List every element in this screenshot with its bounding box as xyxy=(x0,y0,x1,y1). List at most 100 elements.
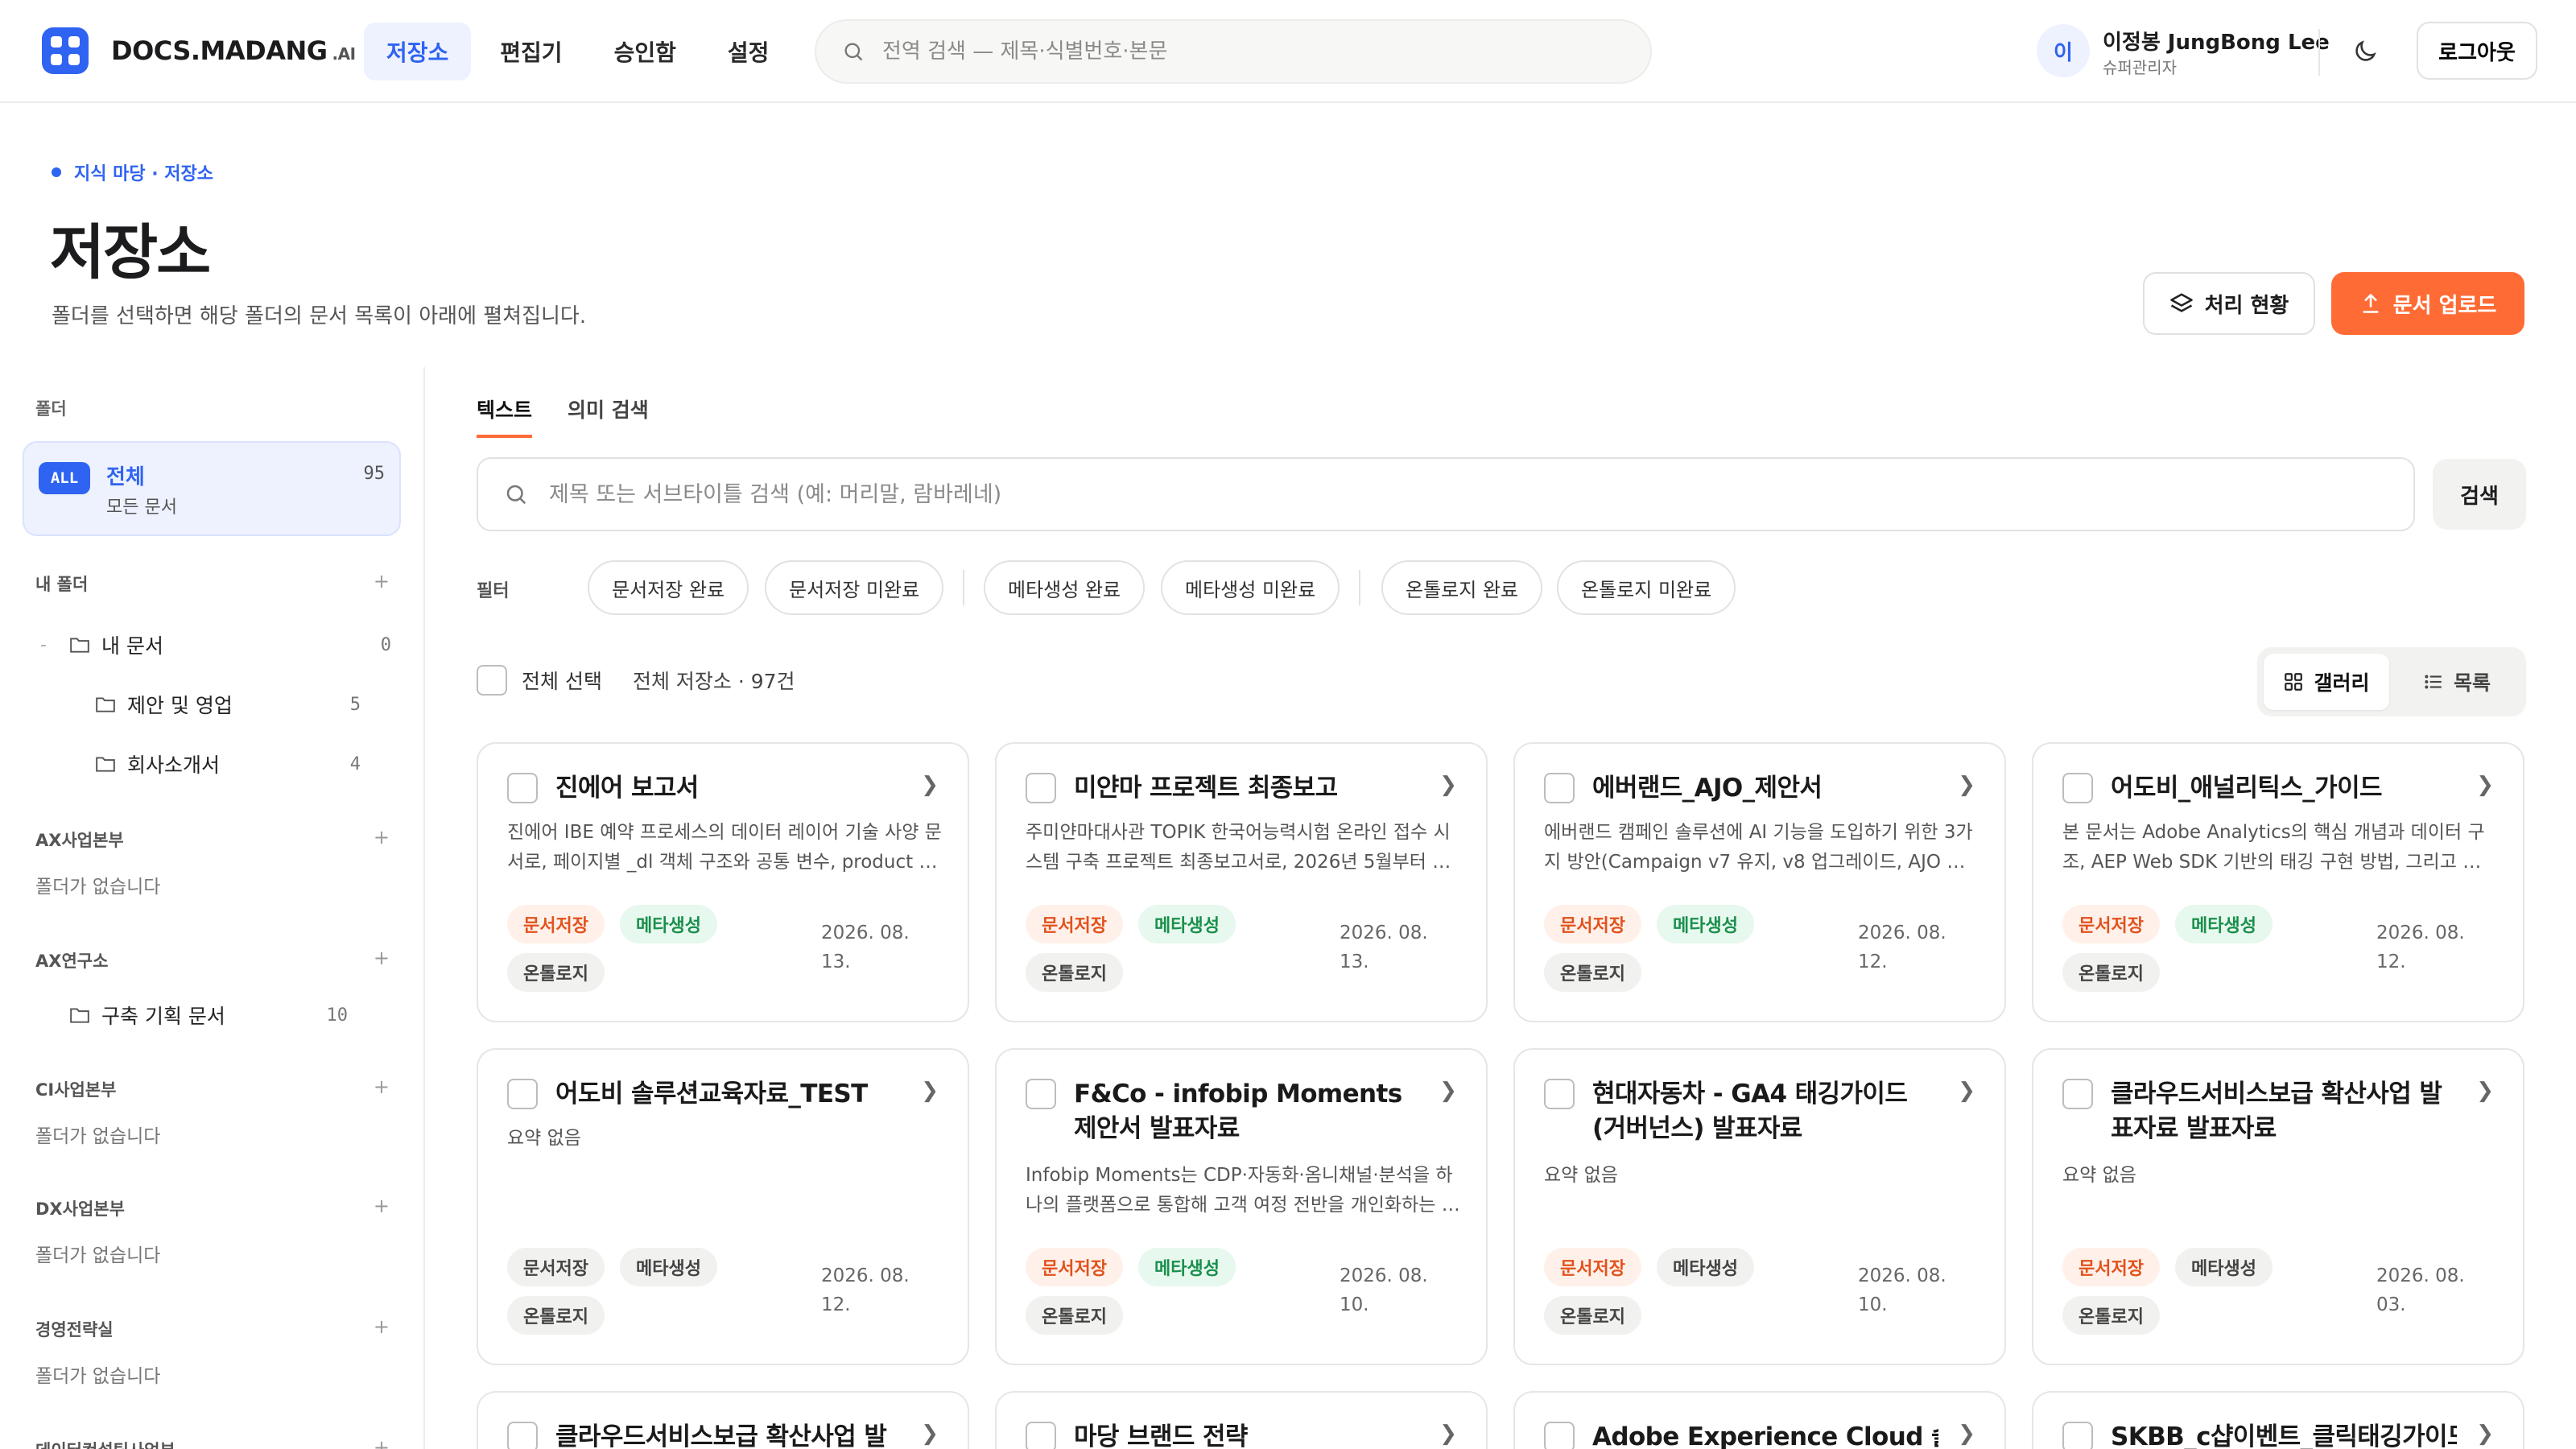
gallery-view-button[interactable]: 갤러리 xyxy=(2264,654,2389,710)
document-card[interactable]: 어도비_애널리틱스_가이드 ❯ 본 문서는 Adobe Analytics의 핵… xyxy=(2032,742,2524,1022)
select-all-row: 전체 선택 전체 저장소 · 97건 xyxy=(477,665,795,696)
add-folder-button[interactable]: + xyxy=(374,1436,390,1449)
global-search-box[interactable] xyxy=(815,19,1652,84)
folder-company-intro[interactable]: 회사소개서 4 xyxy=(95,745,361,782)
tab-semantic-search[interactable]: 의미 검색 xyxy=(568,386,649,438)
card-date: 2026. 08. 10. xyxy=(1340,1265,1428,1315)
page-title: 저장소 xyxy=(50,218,211,287)
card-date: 2026. 08. 12. xyxy=(2376,923,2465,972)
logo-suffix: .AI xyxy=(332,44,357,64)
card-checkbox[interactable] xyxy=(2062,1422,2093,1449)
card-summary: Infobip Moments는 CDP·자동화·옴니채널·분석을 하나의 플랫… xyxy=(1026,1165,1459,1216)
document-card[interactable]: 미얀마 프로젝트 최종보고 ❯ 주미얀마대사관 TOPIK 한국어능력시험 온라… xyxy=(995,742,1488,1022)
group-my-folders: 내 폴더 + xyxy=(35,570,390,604)
card-title: 어도비_애널리틱스_가이드 xyxy=(2111,774,2383,803)
document-card[interactable]: 에버랜드_AJO_제안서 ❯ 에버랜드 캠페인 솔루션에 AI 기능을 도입하기… xyxy=(1513,742,2006,1022)
select-all-label[interactable]: 전체 선택 xyxy=(522,666,602,695)
nav-repository[interactable]: 저장소 xyxy=(364,23,472,80)
card-checkbox[interactable] xyxy=(507,1422,538,1449)
document-search-input[interactable] xyxy=(549,481,2401,507)
folder-count: 10 xyxy=(326,1005,349,1026)
card-checkbox[interactable] xyxy=(1026,1422,1056,1449)
card-checkbox[interactable] xyxy=(507,1079,538,1109)
theme-toggle-button[interactable] xyxy=(2344,31,2386,72)
add-folder-button[interactable]: + xyxy=(374,1195,390,1217)
app-logo-text[interactable]: DOCS.MADANG .AI xyxy=(111,35,356,66)
tag-saved: 문서저장 xyxy=(507,905,605,943)
card-checkbox[interactable] xyxy=(2062,773,2093,803)
filter-chip-meta-done[interactable]: 메타생성 완료 xyxy=(984,560,1146,615)
folder-icon xyxy=(96,757,115,772)
tag-ontology: 온톨로지 xyxy=(2062,953,2160,992)
document-card[interactable]: 마당 브랜드 전략 ❯ xyxy=(995,1391,1488,1449)
group-name: 경영전략실 xyxy=(35,1320,114,1340)
tag-saved: 문서저장 xyxy=(2062,905,2160,943)
tag-ontology: 온톨로지 xyxy=(507,1296,605,1335)
select-all-checkbox[interactable] xyxy=(477,665,507,696)
search-button[interactable]: 검색 xyxy=(2433,459,2526,530)
filter-chip-ontology-pending[interactable]: 온톨로지 미완료 xyxy=(1557,560,1736,615)
list-view-button[interactable]: 목록 xyxy=(2394,654,2520,710)
document-card[interactable]: 진에어 보고서 ❯ 진에어 IBE 예약 프로세스의 데이터 레이어 기술 사양… xyxy=(477,742,969,1022)
add-folder-button[interactable]: + xyxy=(374,1315,390,1338)
document-card[interactable]: 어도비 솔루션교육자료_TEST ❯ 요약 없음 문서저장 메타생성 온톨로지 … xyxy=(477,1048,969,1365)
card-checkbox[interactable] xyxy=(1026,773,1056,803)
nav-settings[interactable]: 설정 xyxy=(705,23,792,80)
nav-approvals[interactable]: 승인함 xyxy=(592,23,699,80)
card-checkbox[interactable] xyxy=(507,773,538,803)
filter-chip-saved-done[interactable]: 문서저장 완료 xyxy=(588,560,749,615)
document-card[interactable]: 클라우드서비스보급 확산사업 발표자료 발표자료 ❯ 요약 없음 문서저장 메타… xyxy=(2032,1048,2524,1365)
chevron-right-icon: ❯ xyxy=(1958,1079,1975,1103)
card-checkbox[interactable] xyxy=(1544,1422,1575,1449)
card-checkbox[interactable] xyxy=(1544,773,1575,803)
filter-chip-saved-pending[interactable]: 문서저장 미완료 xyxy=(765,560,944,615)
folder-build-planning[interactable]: 구축 기획 문서 10 xyxy=(69,997,348,1034)
nav-editor[interactable]: 편집기 xyxy=(477,23,584,80)
add-folder-button[interactable]: + xyxy=(374,1075,390,1098)
document-search-box[interactable] xyxy=(477,457,2415,531)
document-card[interactable]: Adobe Experience Cloud 솔루 ❯ xyxy=(1513,1391,2006,1449)
card-summary: 진에어 IBE 예약 프로세스의 데이터 레이어 기술 사양 문서로, 페이지별… xyxy=(507,822,942,873)
card-checkbox[interactable] xyxy=(1026,1079,1056,1109)
tag-meta: 메타생성 xyxy=(620,905,717,943)
group-management-strategy: 경영전략실 + xyxy=(35,1315,390,1349)
global-search-input[interactable] xyxy=(882,39,1607,64)
filter-chip-meta-pending[interactable]: 메타생성 미완료 xyxy=(1161,560,1340,615)
document-card[interactable]: 클라우드서비스보급 확산사업 발 ❯ xyxy=(477,1391,969,1449)
add-folder-button[interactable]: + xyxy=(374,570,390,592)
card-date: 2026. 08. 12. xyxy=(1858,923,1946,972)
tag-ontology: 온톨로지 xyxy=(2062,1296,2160,1335)
app-logo-icon[interactable] xyxy=(42,27,89,74)
folder-all[interactable]: ALL 전체 모든 문서 95 xyxy=(23,441,401,536)
card-title: 진에어 보고서 xyxy=(555,774,699,803)
document-card[interactable]: F&Co - infobip Moments 제안서 발표자료 ❯ Infobi… xyxy=(995,1048,1488,1365)
folder-proposals-sales[interactable]: 제안 및 영업 5 xyxy=(95,686,361,723)
main-nav: 저장소 편집기 승인함 설정 xyxy=(364,23,791,80)
tag-ontology: 온톨로지 xyxy=(1026,953,1123,992)
upload-document-button[interactable]: 문서 업로드 xyxy=(2331,272,2524,335)
tab-text-search[interactable]: 텍스트 xyxy=(477,386,533,438)
add-folder-button[interactable]: + xyxy=(374,826,390,848)
card-checkbox[interactable] xyxy=(2062,1079,2093,1109)
breadcrumb-text[interactable]: 지식 마당 · 저장소 xyxy=(74,159,213,185)
processing-status-button[interactable]: 처리 현황 xyxy=(2143,272,2315,335)
add-folder-button[interactable]: + xyxy=(374,947,390,969)
chevron-right-icon: ❯ xyxy=(1958,773,1975,797)
document-card[interactable]: 현대자동차 - GA4 태깅가이드 (거버넌스) 발표자료 ❯ 요약 없음 문서… xyxy=(1513,1048,2006,1365)
card-checkbox[interactable] xyxy=(1544,1079,1575,1109)
card-title: F&Co - infobip Moments 제안서 발표자료 xyxy=(1074,1080,1402,1144)
tag-saved: 문서저장 xyxy=(2062,1248,2160,1286)
folder-my-documents[interactable]: - 내 문서 0 xyxy=(40,626,423,663)
filter-chip-ontology-done[interactable]: 온톨로지 완료 xyxy=(1381,560,1543,615)
tag-saved: 문서저장 xyxy=(507,1248,605,1286)
tag-ontology: 온톨로지 xyxy=(507,953,605,992)
tag-meta: 메타생성 xyxy=(2175,905,2273,943)
card-summary: 에버랜드 캠페인 솔루션에 AI 기능을 도입하기 위한 3가지 방안(Camp… xyxy=(1544,822,1973,873)
document-card[interactable]: SKBB_c샵이벤트_클릭태깅가이드 ❯ xyxy=(2032,1391,2524,1449)
group-name: 데이터컨설팅사업부 xyxy=(35,1438,175,1449)
group-ax-lab: AX연구소 + xyxy=(35,947,390,980)
collapse-icon[interactable]: - xyxy=(40,635,47,655)
logout-button[interactable]: 로그아웃 xyxy=(2417,22,2537,80)
logo-name: DOCS.MADANG xyxy=(111,35,328,66)
avatar[interactable]: 이 xyxy=(2037,24,2090,77)
